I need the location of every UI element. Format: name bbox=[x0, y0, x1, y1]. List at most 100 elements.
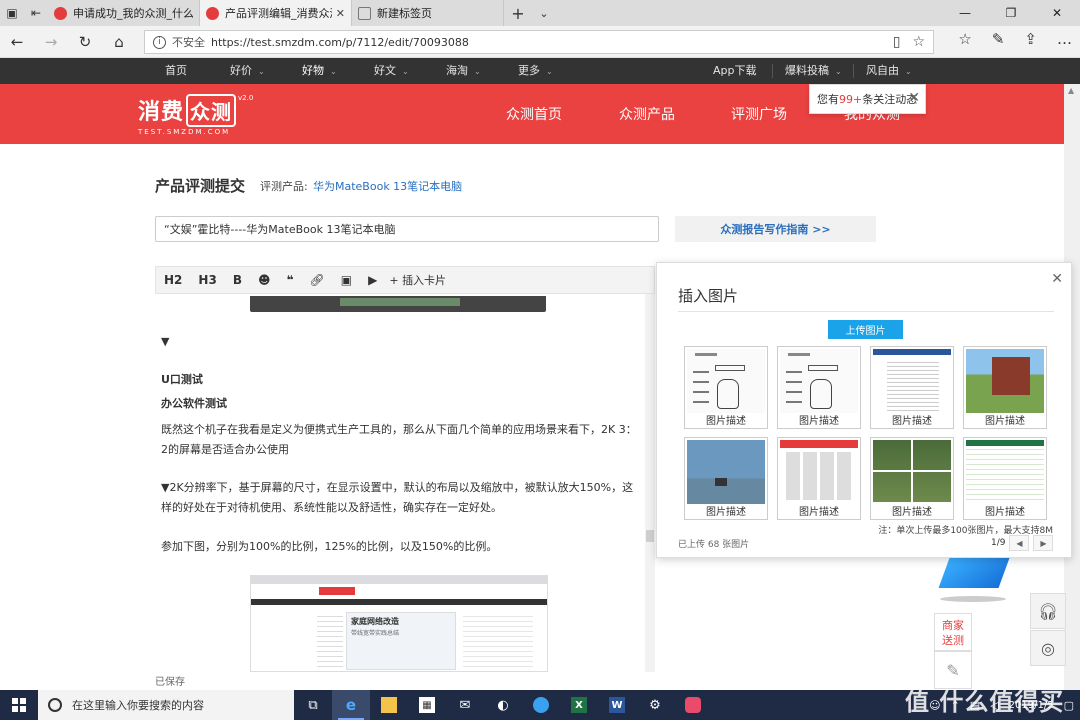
url-text[interactable]: https://test.smzdm.com/p/7112/edit/70093… bbox=[211, 36, 469, 49]
help-lifebuoy-icon[interactable]: ◎ bbox=[1030, 630, 1066, 666]
editor-scroll-thumb[interactable] bbox=[646, 530, 654, 542]
web-note-icon[interactable]: ✎ bbox=[992, 30, 1005, 48]
notification-popup[interactable]: 您有 99+ 条关注动态 ✕ bbox=[809, 84, 926, 114]
hero-nav-review-square[interactable]: 评测广场 bbox=[731, 104, 787, 124]
taskbar-search-box[interactable]: 在这里输入你要搜索的内容 bbox=[38, 690, 294, 720]
thumbnail-caption[interactable]: 图片描述 bbox=[685, 503, 767, 518]
image-thumbnail[interactable]: 图片描述 bbox=[870, 437, 954, 520]
back-button[interactable]: ← bbox=[0, 33, 34, 51]
bold-button[interactable]: B bbox=[225, 273, 250, 287]
minimize-window-button[interactable]: — bbox=[942, 0, 988, 26]
excel-icon[interactable]: X bbox=[560, 690, 598, 720]
heading2-button[interactable]: H2 bbox=[156, 273, 190, 287]
task-view-icon[interactable]: ⧉ bbox=[294, 690, 332, 720]
thumbnail-caption[interactable]: 图片描述 bbox=[871, 503, 953, 518]
steam-icon[interactable]: ◐ bbox=[484, 690, 522, 720]
edge-browser-icon[interactable]: e bbox=[332, 690, 370, 720]
image-thumbnail[interactable]: 图片描述 bbox=[777, 437, 861, 520]
browser-tab-active[interactable]: 产品评测编辑_消费众测 ✕ bbox=[200, 0, 352, 26]
nav-item-app-download[interactable]: App下载 bbox=[713, 58, 757, 84]
embedded-screenshot[interactable]: 家庭网络改造 带线宽带实践总结 bbox=[250, 575, 548, 672]
image-thumbnail[interactable]: 图片描述 bbox=[777, 346, 861, 429]
nav-item-submit[interactable]: 爆料投稿 ⌄ bbox=[785, 58, 842, 84]
nav-item-deals[interactable]: 好价 ⌄ bbox=[230, 58, 265, 84]
file-explorer-icon[interactable] bbox=[370, 690, 408, 720]
hero-nav-home[interactable]: 众测首页 bbox=[506, 104, 562, 124]
action-center-icon[interactable]: ▢ bbox=[1064, 699, 1074, 712]
image-thumbnail[interactable]: 图片描述 bbox=[684, 346, 768, 429]
refresh-button[interactable]: ↻ bbox=[68, 33, 102, 51]
nav-item-user[interactable]: 风自由 ⌄ bbox=[866, 58, 912, 84]
site-info-icon[interactable]: i bbox=[153, 35, 166, 49]
tab-preview-chevron-icon[interactable]: ⌄ bbox=[532, 0, 556, 26]
favorite-star-icon[interactable]: ☆ bbox=[912, 34, 925, 50]
image-thumbnail[interactable]: 图片描述 bbox=[963, 437, 1047, 520]
url-field[interactable]: i 不安全 https://test.smzdm.com/p/7112/edit… bbox=[144, 30, 934, 54]
editor-scrollbar[interactable] bbox=[645, 294, 655, 672]
quote-icon[interactable]: ❝ bbox=[278, 273, 301, 287]
word-icon[interactable]: W bbox=[598, 690, 636, 720]
thumbnail-caption[interactable]: 图片描述 bbox=[685, 412, 767, 427]
nav-item-goods[interactable]: 好物 ⌄ bbox=[302, 58, 337, 84]
merchant-test-button[interactable]: 商家 送测 bbox=[934, 613, 972, 651]
customer-service-headset-icon[interactable]: 🎧︎ bbox=[1030, 593, 1066, 629]
close-tab-icon[interactable]: ✕ bbox=[336, 7, 345, 20]
upload-image-button[interactable]: 上传图片 bbox=[828, 320, 903, 339]
video-icon[interactable]: ▶ bbox=[360, 273, 385, 287]
logo-version: v2.0 bbox=[238, 94, 254, 102]
nav-item-more[interactable]: 更多 ⌄ bbox=[518, 58, 553, 84]
nav-item-articles[interactable]: 好文 ⌄ bbox=[374, 58, 409, 84]
hero-nav-products[interactable]: 众测产品 bbox=[619, 104, 675, 124]
thumbnail-caption[interactable]: 图片描述 bbox=[964, 412, 1046, 427]
nav-label: 风自由 bbox=[866, 64, 899, 77]
link-icon[interactable]: 🔗︎ bbox=[302, 273, 333, 287]
close-icon[interactable]: ✕ bbox=[908, 90, 920, 106]
close-icon[interactable]: ✕ bbox=[1051, 271, 1063, 287]
share-icon[interactable]: ⇪ bbox=[1024, 30, 1037, 48]
site-logo[interactable]: 消费 众测v2.0 TEST.SMZDM.COM bbox=[138, 94, 253, 136]
product-link[interactable]: 华为MateBook 13笔记本电脑 bbox=[313, 178, 462, 194]
thumbnail-caption[interactable]: 图片描述 bbox=[778, 412, 860, 427]
review-title-input[interactable] bbox=[155, 216, 659, 242]
emoji-icon[interactable]: ☻ bbox=[250, 273, 279, 287]
new-tab-button[interactable]: + bbox=[504, 0, 532, 26]
restore-window-button[interactable]: ❐ bbox=[988, 0, 1034, 26]
scroll-up-icon[interactable]: ▲ bbox=[1068, 86, 1074, 95]
reading-view-icon[interactable]: ▯ bbox=[893, 34, 901, 50]
home-button[interactable]: ⌂ bbox=[102, 33, 136, 51]
mail-icon[interactable]: ✉ bbox=[446, 690, 484, 720]
settings-gear-icon[interactable]: ⚙ bbox=[636, 690, 674, 720]
close-window-button[interactable]: ✕ bbox=[1034, 0, 1080, 26]
more-menu-icon[interactable]: … bbox=[1057, 30, 1072, 48]
store-icon[interactable]: ▦ bbox=[408, 690, 446, 720]
app-icon[interactable] bbox=[674, 690, 712, 720]
chevron-down-icon: ⌄ bbox=[330, 67, 337, 76]
heading3-button[interactable]: H3 bbox=[190, 273, 224, 287]
chat-app-icon[interactable] bbox=[522, 690, 560, 720]
set-aside-tabs-icon[interactable]: ⇤ bbox=[24, 0, 48, 26]
insert-card-button[interactable]: + 插入卡片 bbox=[389, 272, 446, 288]
browser-tab[interactable]: 申请成功_我的众测_什么值 bbox=[48, 0, 200, 26]
favorites-hub-icon[interactable]: ☆ bbox=[958, 30, 971, 48]
nav-item-haitao[interactable]: 海淘 ⌄ bbox=[446, 58, 481, 84]
image-thumbnail[interactable]: 图片描述 bbox=[684, 437, 768, 520]
browser-tab[interactable]: 新建标签页 bbox=[352, 0, 504, 26]
start-button[interactable] bbox=[0, 698, 38, 712]
thumbnail-caption[interactable]: 图片描述 bbox=[964, 503, 1046, 518]
forward-button[interactable]: → bbox=[34, 33, 68, 51]
thumbnail-caption[interactable]: 图片描述 bbox=[871, 412, 953, 427]
prev-page-button[interactable]: ◀ bbox=[1009, 535, 1030, 551]
image-icon[interactable]: ▣ bbox=[333, 273, 360, 287]
image-thumbnail[interactable]: 图片描述 bbox=[963, 346, 1047, 429]
next-page-button[interactable]: ▶ bbox=[1033, 535, 1054, 551]
taskbar-search-placeholder: 在这里输入你要搜索的内容 bbox=[72, 699, 204, 712]
editor-content[interactable]: ▼ U口测试 办公软件测试 既然这个机子在我看是定义为便携式生产工具的，那么从下… bbox=[155, 294, 645, 672]
editor-toolbar: H2 H3 B ☻ ❝ 🔗︎ ▣ ▶ + 插入卡片 bbox=[155, 266, 655, 294]
tab-list-icon[interactable]: ▣ bbox=[0, 0, 24, 26]
image-thumbnail[interactable]: 图片描述 bbox=[870, 346, 954, 429]
thumbnail-caption[interactable]: 图片描述 bbox=[778, 503, 860, 518]
writing-guide-button[interactable]: 众测报告写作指南 >> bbox=[675, 216, 876, 242]
embedded-image-top[interactable] bbox=[250, 296, 546, 312]
nav-label: 好文 bbox=[374, 64, 396, 77]
nav-item-home[interactable]: 首页 bbox=[165, 58, 187, 84]
